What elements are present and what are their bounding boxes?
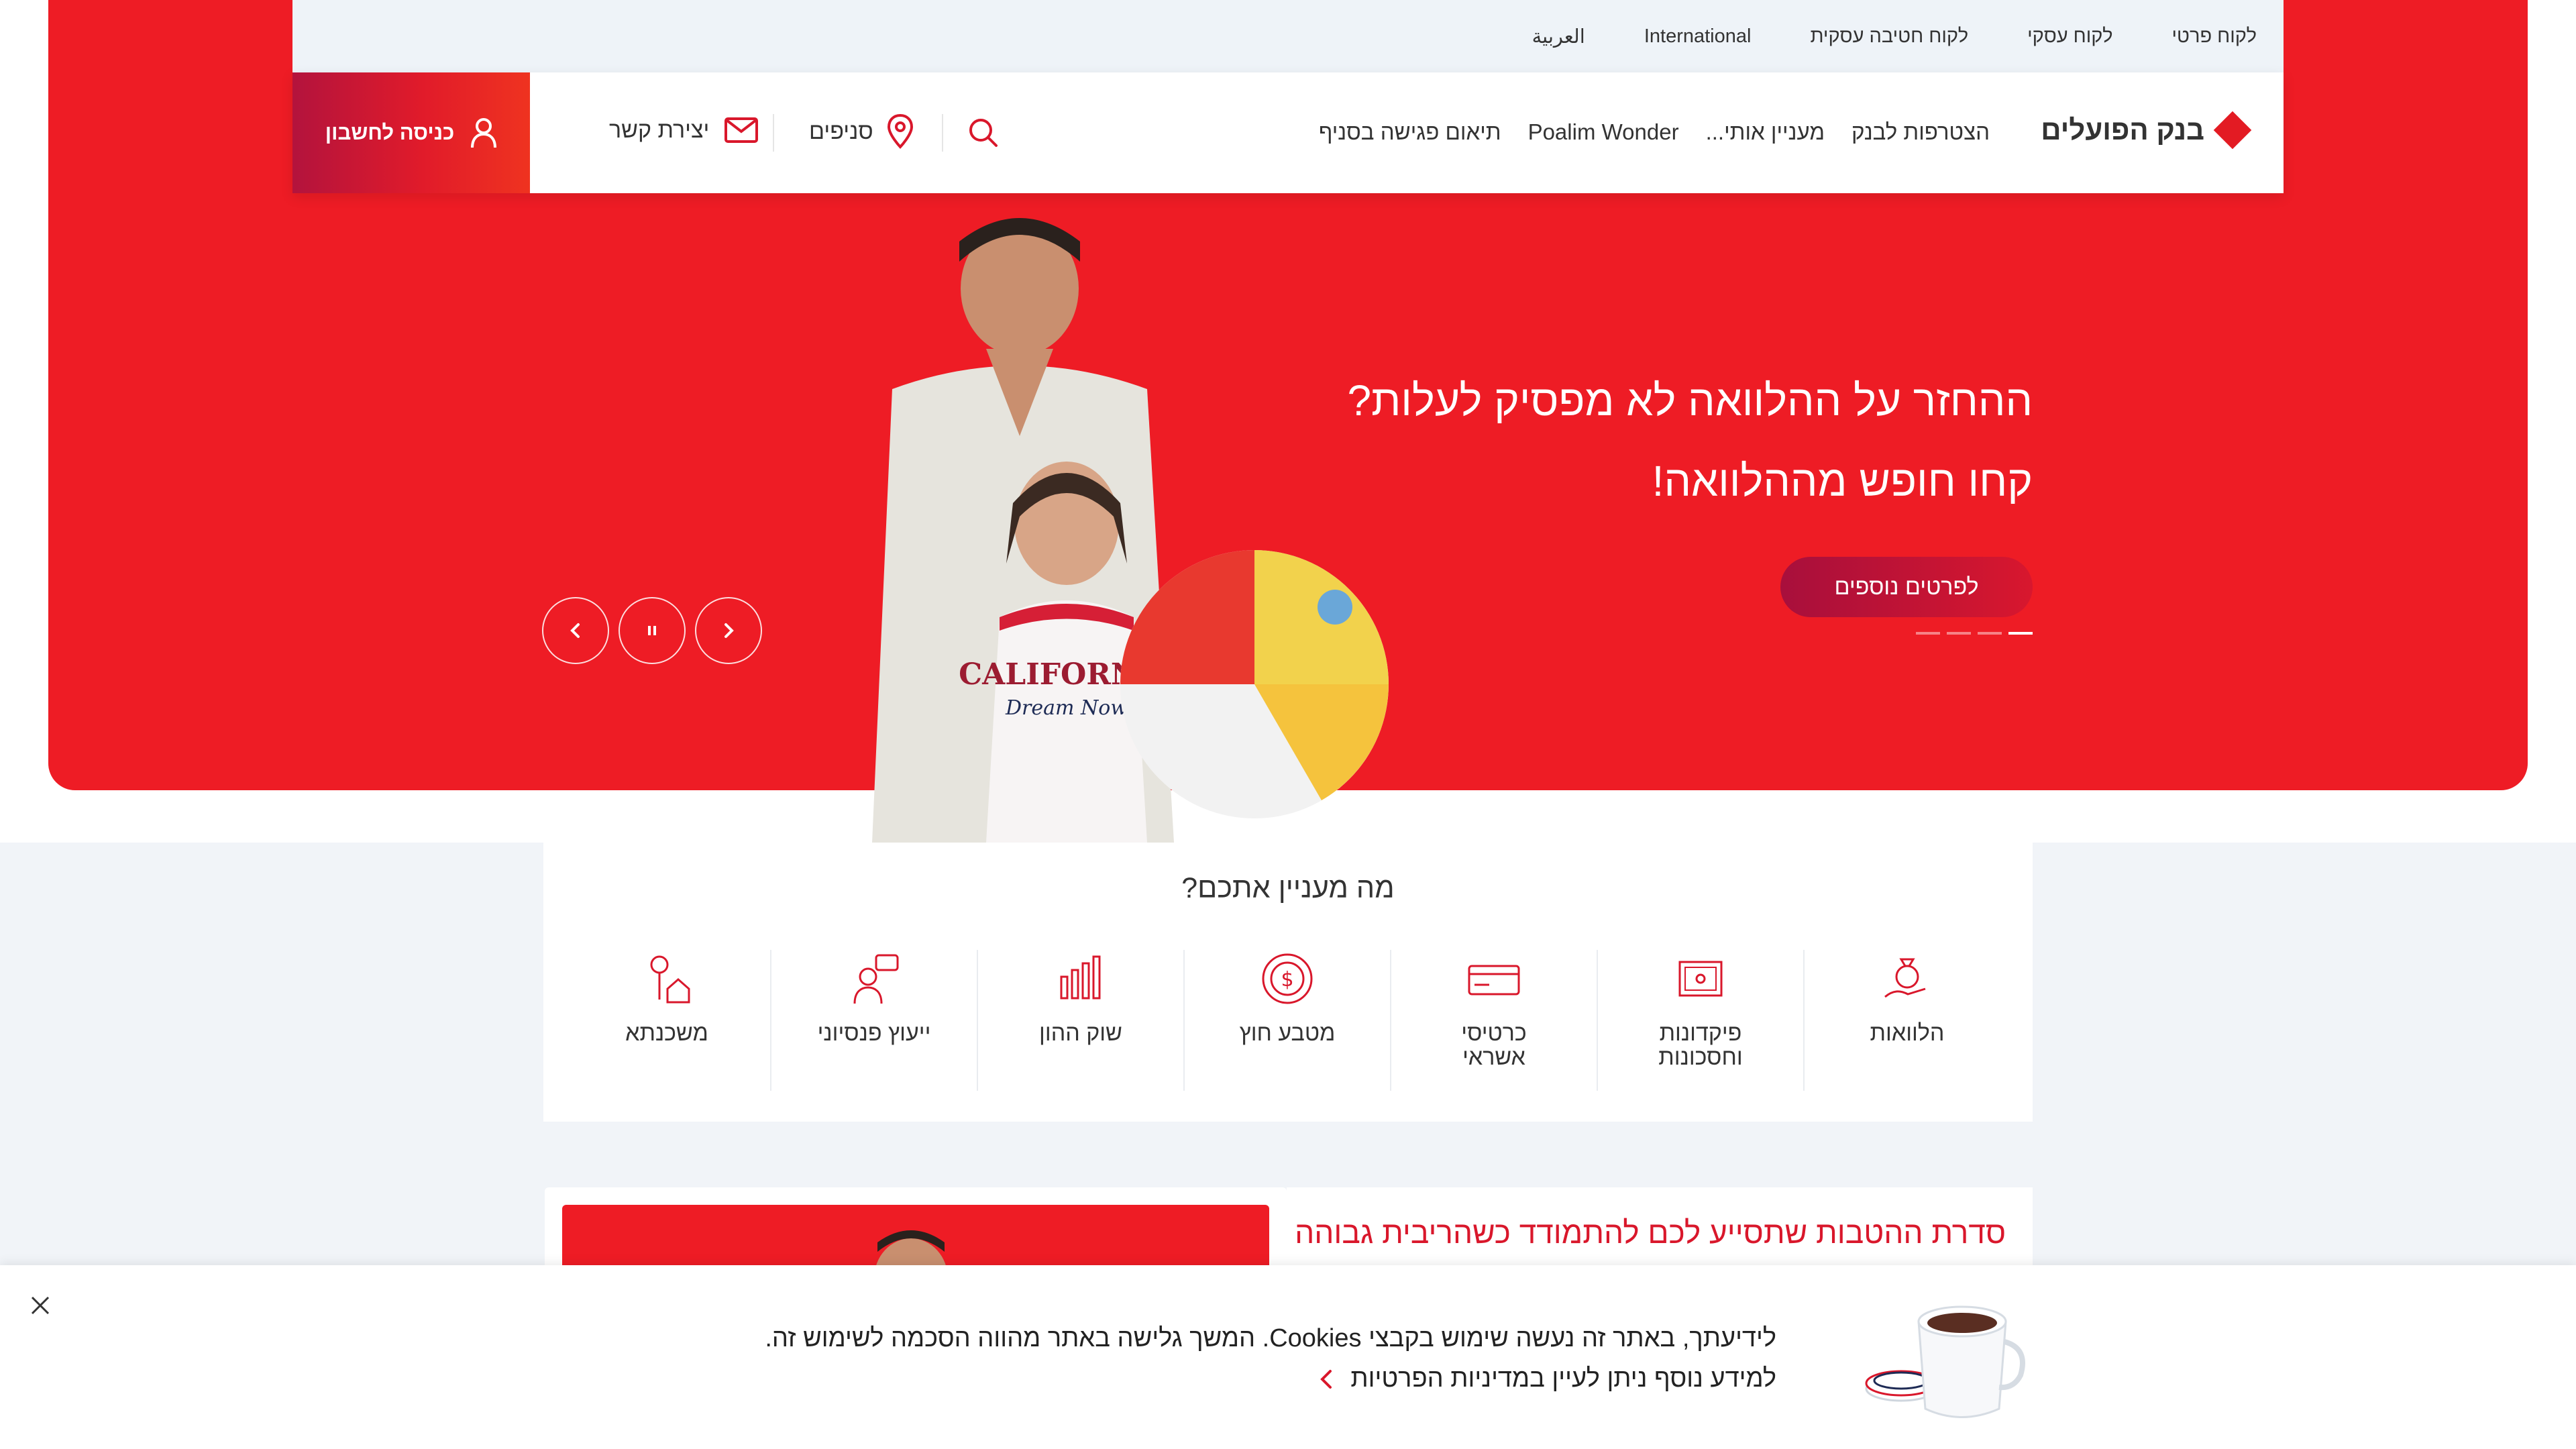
envelope-icon [724,117,759,143]
interest-item-capital-market[interactable]: שוק ההון [977,950,1183,1091]
contact-label: יצירת קשר [609,117,710,143]
location-pin-icon [887,114,913,149]
hero-family-photo: CALIFORNIA Dream Now [872,218,1389,843]
interest-label: כרטיסי אשראי [1461,1020,1527,1070]
carousel-dot[interactable] [2008,632,2033,635]
svg-text:Dream Now: Dream Now [1005,696,1128,720]
safe-icon [1678,961,1723,997]
logo-text: בנק הפועלים [2041,114,2204,146]
util-link-business[interactable]: לקוח עסקי [2027,25,2112,48]
hero-title-line2: קחו חופש מההלוואה! [1652,457,2033,505]
coins-dollar-icon: $ [1262,953,1313,1004]
carousel-next-button[interactable] [695,597,762,664]
advisor-icon [853,954,899,1004]
interest-item-deposits[interactable]: פיקדונות וחסכונות [1597,950,1803,1091]
interest-item-pension[interactable]: ייעוץ פנסיוני [770,950,977,1091]
interest-item-loans[interactable]: הלוואות [1803,950,2010,1091]
interest-label: משכנתא [625,1020,708,1046]
interests-list: הלוואות פיקדונות וחסכונות כרטיסי אשראי $ [564,950,2010,1091]
contact-link[interactable]: יצירת קשר [609,117,759,144]
logo-diamond-icon [2213,111,2252,150]
house-key-icon [650,955,690,1004]
interest-label: פיקדונות וחסכונות [1658,1020,1743,1070]
nav-item-interested[interactable]: מעניין אותי... [1706,119,1825,145]
chevron-left-icon [1320,1369,1332,1389]
privacy-policy-link[interactable]: למידע נוסף ניתן לעיין במדיניות הפרטיות [1318,1364,1776,1393]
interest-label: שוק ההון [1039,1020,1122,1046]
interest-label: הלוואות [1870,1020,1945,1046]
interest-label: ייעוץ פנסיוני [817,1020,931,1046]
utility-nav: לקוח פרטי לקוח עסקי לקוח חטיבה עסקית Int… [292,0,2284,72]
interests-panel: מה מעניין אתכם? הלוואות פיקדונות וחסכונו… [543,843,2033,1122]
carousel-indicators [1916,632,2033,635]
nav-divider [942,114,943,152]
interest-item-credit-cards[interactable]: כרטיסי אשראי [1390,950,1597,1091]
user-icon [471,118,497,148]
cookie-banner: לידיעתך, באתר זה נעשה שימוש בקבצי Cookie… [0,1265,2576,1449]
cookie-text: לידיעתך, באתר זה נעשה שימוש בקבצי Cookie… [765,1324,1776,1352]
search-icon[interactable] [965,114,1002,152]
nav-item-join[interactable]: הצטרפות לבנק [1851,119,1990,145]
nav-divider [773,114,774,152]
main-nav-links: הצטרפות לבנק מעניין אותי... Poalim Wonde… [1319,119,1990,145]
interest-label: מטבע חוץ [1239,1020,1336,1046]
login-button[interactable]: כניסה לחשבון [292,72,530,193]
pause-icon [648,626,656,635]
util-link-corporate[interactable]: לקוח חטיבה עסקית [1810,25,1968,48]
promo-title[interactable]: סדרת ההטבות שתסייע לכם להתמודד כשהריבית … [1295,1214,2006,1250]
carousel-dot[interactable] [1947,632,1971,635]
chevron-right-icon [724,623,734,638]
interests-title: מה מעניין אתכם? [1181,872,1395,904]
svg-text:$: $ [1281,968,1293,991]
chevron-left-icon [570,623,580,638]
branches-label: סניפים [809,118,873,144]
credit-card-icon [1468,965,1520,996]
branches-link[interactable]: סניפים [809,114,914,149]
carousel-prev-button[interactable] [542,597,609,664]
hero-title-line1: ההחזר על ההלוואה לא מפסיק לעלות? [1347,376,2033,425]
util-link-private[interactable]: לקוח פרטי [2171,25,2257,48]
hero-cta-label: לפרטים נוספים [1834,574,1979,600]
carousel-dot[interactable] [1916,632,1940,635]
carousel-pause-button[interactable] [619,597,686,664]
close-icon[interactable] [27,1292,54,1319]
interest-item-foreign-currency[interactable]: $ מטבע חוץ [1183,950,1390,1091]
nav-item-poalim-wonder[interactable]: Poalim Wonder [1528,119,1679,145]
interest-item-mortgage[interactable]: משכנתא [564,950,770,1091]
main-header: בנק הפועלים הצטרפות לבנק מעניין אותי... … [292,72,2284,193]
bar-chart-icon [1060,955,1101,1000]
carousel-dot[interactable] [1978,632,2002,635]
util-link-arabic[interactable]: العربية [1532,25,1585,48]
bank-logo[interactable]: בנק הפועלים [2041,111,2252,150]
util-link-international[interactable]: International [1644,25,1752,48]
money-bag-hand-icon [1884,958,1926,998]
login-label: כניסה לחשבון [325,121,455,144]
coffee-cup-cookies-icon [1865,1305,2025,1418]
privacy-link-label: למידע נוסף ניתן לעיין במדיניות הפרטיות [1350,1364,1776,1393]
hero-cta-button[interactable]: לפרטים נוספים [1780,557,2033,617]
nav-item-branch-meeting[interactable]: תיאום פגישה בסניף [1319,119,1501,145]
